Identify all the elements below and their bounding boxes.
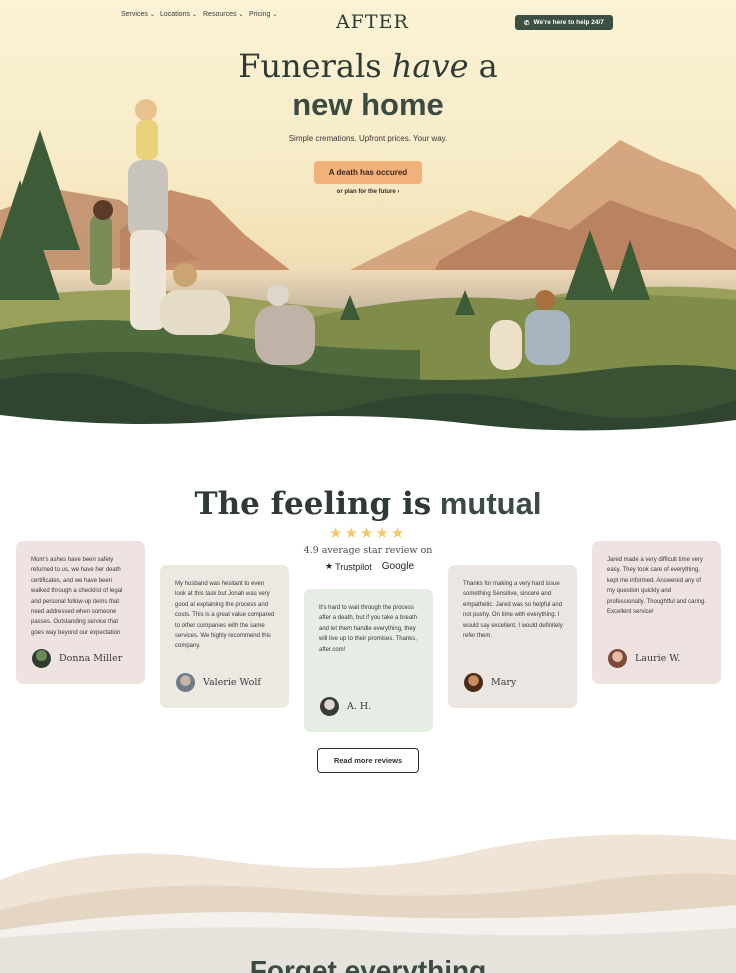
help-24-7-button[interactable]: ✆ We're here to help 24/7 [515,15,613,30]
review-card: Thanks for making a very hard issue some… [448,565,577,708]
chevron-down-icon: ⌄ [149,12,155,18]
hero-title: Funerals have a new home [0,48,736,124]
chevron-down-icon: ⌄ [272,12,278,18]
after-logo[interactable]: AFTER [336,11,409,33]
nav-services[interactable]: Services ⌄ [121,11,155,18]
nav-locations-label: Locations [160,11,190,18]
review-card: My husband was hesitant to even look at … [160,565,289,708]
author-name: Laurie W. [635,653,681,664]
avatar [32,649,51,668]
hero-section: Services ⌄ Locations ⌄ Resources ⌄ Prici… [0,0,736,440]
nav-pricing[interactable]: Pricing ⌄ [249,11,277,18]
author-name: Mary [491,677,517,688]
hero-title-part1: Funerals [238,47,382,85]
avatar [464,673,483,692]
review-author: A. H. [320,697,371,716]
review-text: It's hard to wait through the process af… [319,605,418,653]
review-text: My husband was hesitant to even look at … [175,581,275,650]
star-icon: ★ [329,525,343,542]
death-occurred-button[interactable]: A death has occured [314,161,422,184]
review-author: Mary [464,673,516,692]
review-platforms: ★ Trustpilot Google [325,561,414,572]
review-card: It's hard to wait through the process af… [304,589,433,732]
review-card: Jared made a very difficult time very ea… [592,541,721,684]
hero-title-part2: a [478,47,498,85]
nav-pricing-label: Pricing [249,11,271,18]
author-name: Valerie Wolf [203,677,261,688]
review-card: Mom's ashes have been safely returned to… [16,541,145,684]
review-text: Mom's ashes have been safely returned to… [31,557,123,636]
forget-everything-heading: Forget everything [249,955,487,973]
bottom-landscape-illustration [0,834,736,973]
trustpilot-logo[interactable]: ★ Trustpilot [325,561,372,572]
reviews-title-part1: The feeling is [194,486,432,522]
plan-future-link[interactable]: or plan for the future › [0,189,736,195]
google-logo[interactable]: Google [382,561,414,572]
reviews-title-bold: mutual [439,486,542,521]
avatar [176,673,195,692]
trustpilot-star-icon: ★ [325,561,334,571]
author-name: A. H. [347,701,372,712]
hero-subtitle: Simple cremations. Upfront prices. Your … [288,134,448,143]
chevron-down-icon: ⌄ [238,12,244,18]
read-more-reviews-button[interactable]: Read more reviews [317,748,419,773]
review-author: Laurie W. [608,649,680,668]
plan-future-label: or plan for the future [336,189,396,195]
hero-title-line2: new home [292,87,444,122]
chevron-right-icon: › [397,189,400,195]
reviews-title: The feeling is mutual [0,486,736,522]
avatar [608,649,627,668]
review-text: Thanks for making a very hard issue some… [463,581,563,640]
nav-services-label: Services [121,11,148,18]
star-rating: ★ ★ ★ ★ ★ [329,526,404,541]
nav-resources-label: Resources [203,11,237,18]
top-nav: Services ⌄ Locations ⌄ Resources ⌄ Prici… [0,9,736,33]
nav-locations[interactable]: Locations ⌄ [160,11,197,18]
author-name: Donna Miller [59,653,123,664]
avatar [320,697,339,716]
phone-icon: ✆ [524,19,530,27]
star-icon: ★ [390,525,405,542]
star-icon: ★ [359,525,374,542]
review-author: Donna Miller [32,649,122,668]
nav-resources[interactable]: Resources ⌄ [203,11,244,18]
review-author: Valerie Wolf [176,673,261,692]
star-icon: ★ [344,525,358,542]
hero-title-italic: have [391,47,469,85]
help-button-label: We're here to help 24/7 [533,19,604,26]
chevron-down-icon: ⌄ [191,12,197,18]
review-text: Jared made a very difficult time very ea… [607,557,707,616]
trustpilot-label: Trustpilot [335,561,372,572]
star-icon: ★ [375,525,389,542]
